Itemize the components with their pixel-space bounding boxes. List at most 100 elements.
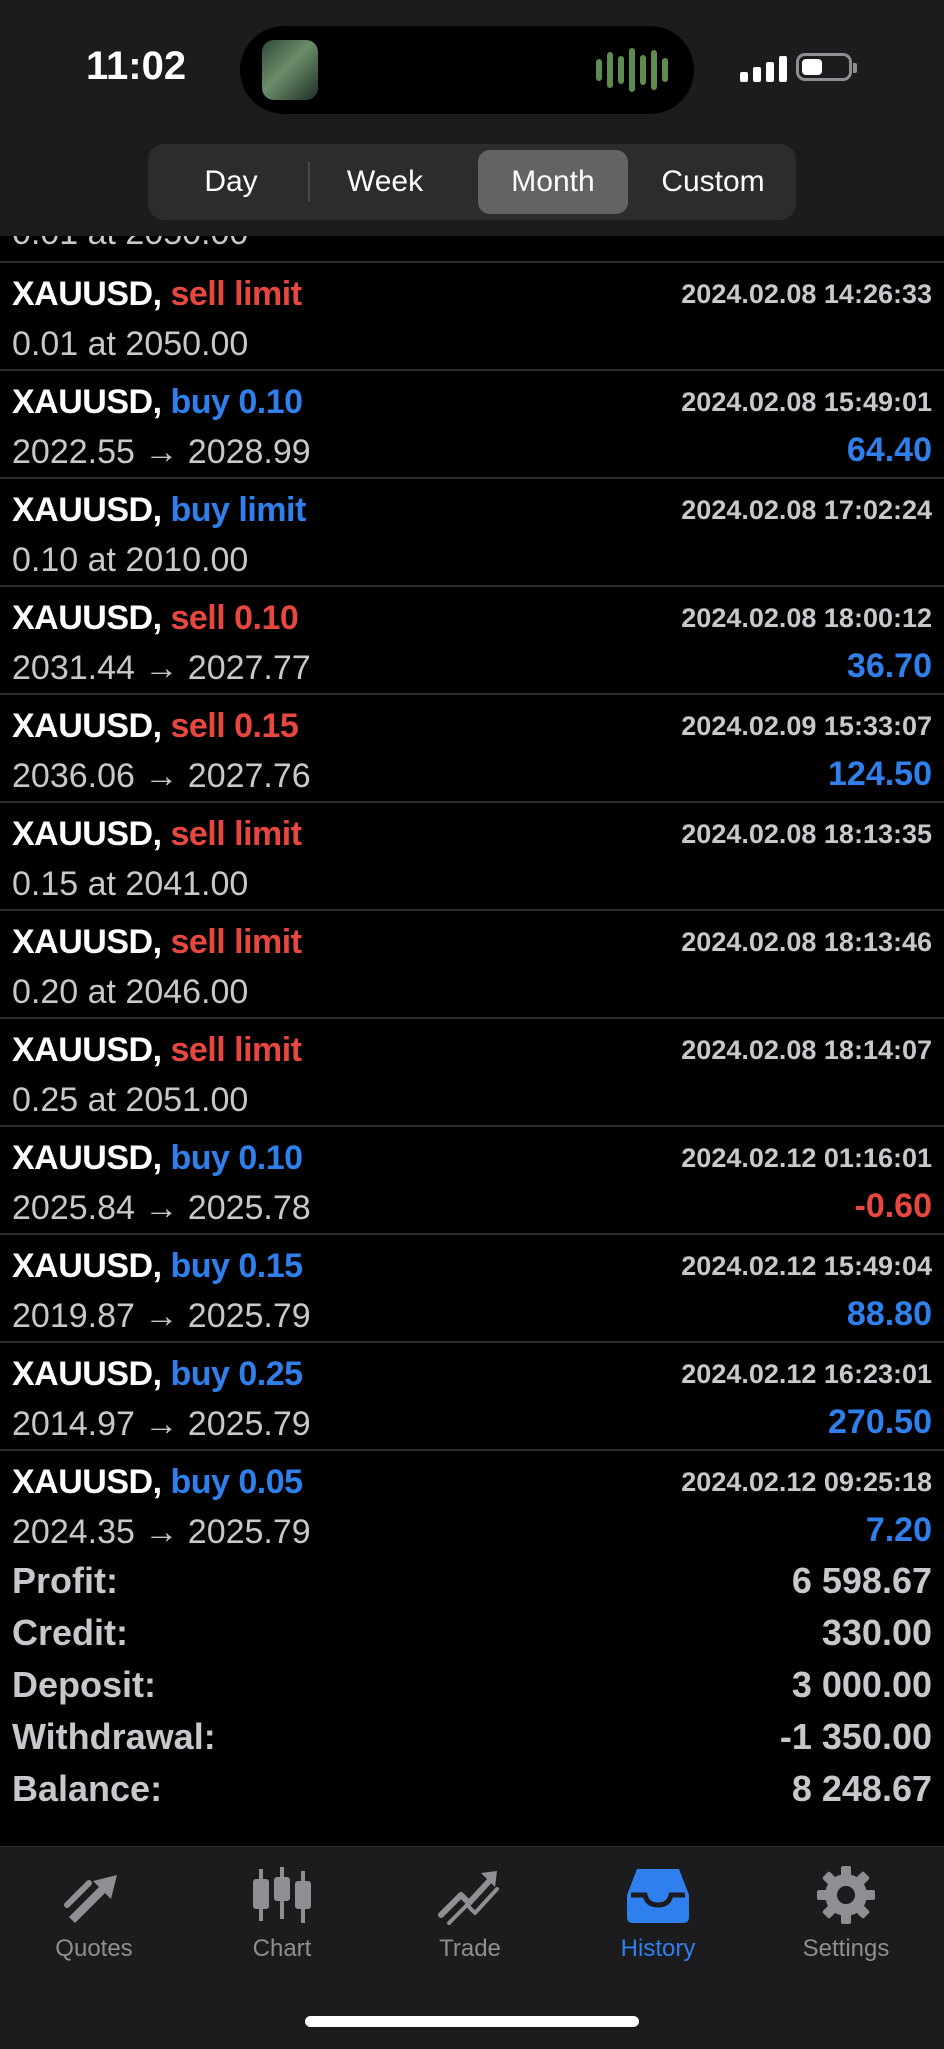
period-day[interactable]: Day — [156, 150, 306, 214]
deal-title: XAUUSD, buy 0.15 — [12, 1247, 303, 1286]
deal-type: buy 0.10 — [170, 1139, 303, 1177]
status-bar: 11:02 — [0, 0, 944, 140]
deal-profit: -0.60 — [854, 1187, 933, 1225]
deal-profit: 124.50 — [828, 755, 932, 793]
deal-time: 2024.02.12 15:49:04 — [681, 1251, 932, 1281]
deal-row[interactable]: XAUUSD, sell 0.10 2024.02.08 18:00:12 2031… — [0, 587, 944, 695]
deal-time: 2024.02.08 18:00:12 — [681, 603, 932, 633]
deal-profit: 7.20 — [865, 1511, 932, 1549]
deal-symbol: XAUUSD, — [12, 1031, 162, 1069]
deal-type: sell limit — [170, 923, 302, 961]
deal-row[interactable]: XAUUSD, sell limit 2024.02.08 14:26:33 0.0… — [0, 263, 944, 371]
period-selector-bar: Day Week Month Custom — [0, 140, 944, 236]
deal-time: 2024.02.08 18:14:07 — [681, 1035, 932, 1065]
summary-value: -1 350.00 — [779, 1716, 932, 1757]
deal-row[interactable]: XAUUSD, sell limit 2024.02.08 18:13:46 0.2… — [0, 911, 944, 1019]
summary-row: Deposit: 3 000.00 — [0, 1664, 944, 1716]
deal-type: buy 0.25 — [170, 1355, 303, 1393]
deal-profit: 64.40 — [846, 431, 932, 469]
summary-row: Withdrawal: -1 350.00 — [0, 1716, 944, 1768]
deal-row[interactable]: XAUUSD, buy 0.05 2024.02.12 09:25:18 2024.… — [0, 1451, 944, 1556]
deal-row[interactable]: XAUUSD, buy 0.10 2024.02.12 01:16:01 2025.… — [0, 1127, 944, 1235]
deal-title: XAUUSD, sell limit — [12, 275, 302, 314]
deal-type: sell 0.15 — [170, 707, 299, 745]
deal-detail: 0.20 at 2046.00 — [12, 973, 249, 1011]
summary-value: 6 598.67 — [791, 1560, 932, 1601]
deal-profit: 88.80 — [846, 1295, 932, 1333]
deal-title: XAUUSD, sell limit — [12, 815, 302, 854]
summary-row: Credit: 330.00 — [0, 1612, 944, 1664]
deal-time: 2024.02.08 18:13:46 — [681, 927, 932, 957]
summary-label: Balance: — [12, 1768, 163, 1809]
deal-detail: 2019.87 → 2025.79 — [12, 1297, 311, 1335]
deal-title: XAUUSD, buy 0.05 — [12, 1463, 303, 1502]
summary-value: 330.00 — [821, 1612, 932, 1653]
deal-title: XAUUSD, buy 0.25 — [12, 1355, 303, 1394]
deal-detail: 2025.84 → 2025.78 — [12, 1189, 311, 1227]
tab-settings-label: Settings — [802, 1935, 890, 1962]
battery-icon — [796, 53, 857, 81]
deal-row[interactable]: XAUUSD, buy 0.25 2024.02.12 16:23:01 2014.… — [0, 1343, 944, 1451]
deal-symbol: XAUUSD, — [12, 707, 162, 745]
deal-symbol: XAUUSD, — [12, 491, 162, 529]
trade-icon — [438, 1871, 499, 1925]
summary-value: 3 000.00 — [791, 1664, 932, 1705]
deal-row[interactable]: XAUUSD, sell limit 2024.02.08 18:13:35 0.1… — [0, 803, 944, 911]
deal-row[interactable]: XAUUSD, buy 0.15 2024.02.12 15:49:04 2019.… — [0, 1235, 944, 1343]
deal-type: buy limit — [170, 491, 306, 529]
tab-chart[interactable]: Chart — [188, 1865, 376, 1975]
deal-type: buy 0.10 — [170, 383, 303, 421]
chart-icon — [253, 1867, 311, 1923]
deal-row[interactable]: XAUUSD, buy limit 2024.02.08 17:02:24 0.10… — [0, 479, 944, 587]
period-segmented-control: Day Week Month Custom — [148, 144, 796, 220]
deal-symbol: XAUUSD, — [12, 275, 162, 313]
deal-detail: 0.01 at 2050.00 — [12, 325, 249, 363]
deal-time: 2024.02.08 14:26:33 — [681, 279, 932, 309]
deal-detail: 0.15 at 2041.00 — [12, 865, 249, 903]
deal-type: sell limit — [170, 275, 302, 313]
deal-type: buy 0.05 — [170, 1463, 303, 1501]
summary-label: Deposit: — [12, 1664, 156, 1705]
summary-row: Profit: 6 598.67 — [0, 1560, 944, 1612]
deal-type: sell limit — [170, 1031, 302, 1069]
deal-type: sell 0.10 — [170, 599, 299, 637]
deal-symbol: XAUUSD, — [12, 1139, 162, 1177]
deal-title: XAUUSD, sell limit — [12, 1031, 302, 1070]
deal-symbol: XAUUSD, — [12, 383, 162, 421]
deal-detail: 2014.97 → 2025.79 — [12, 1405, 311, 1443]
period-custom[interactable]: Custom — [638, 150, 788, 214]
tab-settings[interactable]: Settings — [752, 1865, 940, 1975]
tab-quotes[interactable]: Quotes — [0, 1865, 188, 1975]
deal-detail: 2024.35 → 2025.79 — [12, 1513, 311, 1551]
deal-symbol: XAUUSD, — [12, 815, 162, 853]
tab-trade[interactable]: Trade — [376, 1865, 564, 1975]
deal-symbol: XAUUSD, — [12, 1247, 162, 1285]
deal-symbol: XAUUSD, — [12, 599, 162, 637]
deal-row[interactable]: XAUUSD, sell 0.15 2024.02.09 15:33:07 2036… — [0, 695, 944, 803]
deal-type: buy 0.15 — [170, 1247, 303, 1285]
dynamic-island[interactable] — [240, 26, 694, 114]
period-month[interactable]: Month — [478, 150, 628, 214]
deal-detail: 0.10 at 2010.00 — [12, 541, 249, 579]
period-week[interactable]: Week — [310, 150, 460, 214]
partial-row-detail: 0.01 at 2050.00 — [12, 236, 248, 253]
settings-icon — [817, 1866, 875, 1924]
deal-time: 2024.02.09 15:33:07 — [681, 711, 932, 741]
deal-row[interactable]: XAUUSD, sell limit 2024.02.08 18:14:07 0.2… — [0, 1019, 944, 1127]
deals-list[interactable]: 0.01 at 2050.00 XAUUSD, sell limit 2024.0… — [0, 236, 944, 1556]
status-time: 11:02 — [86, 44, 187, 88]
deal-time: 2024.02.12 16:23:01 — [681, 1359, 932, 1389]
summary-value: 8 248.67 — [791, 1768, 932, 1809]
cellular-signal-icon — [740, 56, 787, 82]
deal-profit: 270.50 — [828, 1403, 932, 1441]
home-indicator[interactable] — [305, 2016, 639, 2027]
summary-label: Profit: — [12, 1560, 118, 1601]
tab-history[interactable]: History — [564, 1865, 752, 1975]
deal-row[interactable]: XAUUSD, buy 0.10 2024.02.08 15:49:01 2022.… — [0, 371, 944, 479]
deal-type: sell limit — [170, 815, 302, 853]
deal-time: 2024.02.08 15:49:01 — [681, 387, 932, 417]
deal-symbol: XAUUSD, — [12, 923, 162, 961]
deal-detail: 0.25 at 2051.00 — [12, 1081, 249, 1119]
tab-quotes-label: Quotes — [55, 1935, 133, 1962]
quotes-icon — [64, 1875, 117, 1923]
